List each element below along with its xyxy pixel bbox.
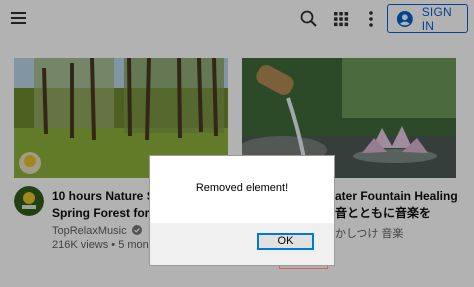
ok-button[interactable]: OK (257, 233, 314, 250)
dialog-footer: OK (150, 223, 334, 265)
alert-dialog: Removed element! OK (149, 155, 335, 266)
red-outline-fragment (279, 266, 328, 269)
dialog-message: Removed element! (195, 182, 289, 194)
